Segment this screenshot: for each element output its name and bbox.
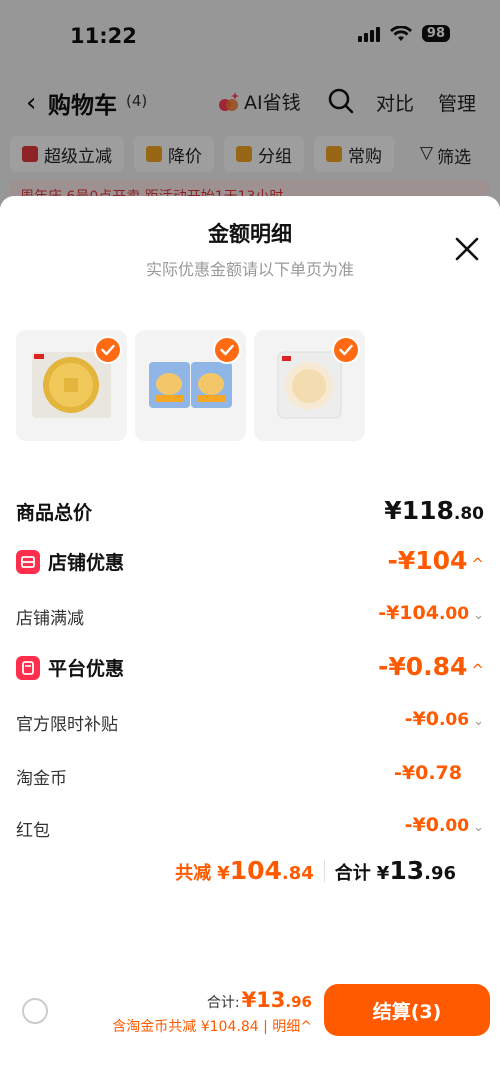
sheet-subtitle: 实际优惠金额请以下单页为准 <box>145 260 354 279</box>
red-packet-value-wrap: -¥0.00 ⌄ <box>405 814 484 836</box>
divider <box>323 859 325 882</box>
grand-total-value: ¥13.96 <box>376 856 456 885</box>
checked-icon[interactable] <box>213 336 241 364</box>
taojinbi-value-wrap: -¥0.78 <box>394 762 462 784</box>
checkout-bar: 合计: ¥13.96 含淘金币共减 ¥104.84 | 明细^ 结算(3) <box>0 980 500 1050</box>
goods-total-value: ¥118.80 <box>384 496 484 525</box>
store-discount-label-wrap: 店铺优惠 <box>16 548 124 575</box>
amount-detail-sheet: 金额明细 实际优惠金额请以下单页为准 商品总价 ¥118.80 店铺优惠 -¥1… <box>0 196 500 1086</box>
select-all-radio[interactable] <box>22 998 48 1024</box>
checkout-button[interactable]: 结算(3) <box>324 984 490 1036</box>
store-full-reduce-value-wrap: -¥104.00 ⌄ <box>378 602 484 624</box>
official-subsidy-label: 官方限时补贴 <box>16 715 118 735</box>
checked-icon[interactable] <box>332 336 360 364</box>
taojinbi-row: 淘金币 -¥0.78 <box>16 762 484 792</box>
platform-discount-label-wrap: 平台优惠 <box>16 654 124 681</box>
chevron-down-icon: ⌄ <box>473 714 484 729</box>
platform-discount-value-wrap: -¥0.84 ^ <box>378 652 484 681</box>
chevron-up-icon: ^ <box>471 661 484 679</box>
official-subsidy-row: 官方限时补贴 -¥0.06 ⌄ <box>16 708 484 738</box>
platform-discount-row[interactable]: 平台优惠 -¥0.84 ^ <box>16 652 484 682</box>
product-thumbnail[interactable] <box>16 330 127 441</box>
red-packet-label: 红包 <box>16 821 50 841</box>
total-reduce-label: 共减 <box>175 863 212 884</box>
store-discount-row[interactable]: 店铺优惠 -¥104 ^ <box>16 546 484 576</box>
grand-total-label: 合计 <box>334 863 371 884</box>
red-packet-value: -¥0.00 <box>404 814 470 836</box>
product-thumbnail[interactable] <box>254 330 365 441</box>
platform-icon <box>16 655 40 680</box>
bottom-total-value: ¥13.96 <box>241 988 312 1012</box>
store-discount-value-wrap: -¥104 ^ <box>387 546 484 575</box>
bottom-total-label: 合计: <box>206 995 240 1011</box>
close-icon[interactable] <box>452 234 482 264</box>
product-thumbnail[interactable] <box>135 330 246 441</box>
red-packet-row: 红包 -¥0.00 ⌄ <box>16 814 484 844</box>
store-full-reduce-label: 店铺满减 <box>16 609 84 629</box>
goods-total-label: 商品总价 <box>16 502 93 524</box>
platform-discount-value: -¥0.84 <box>377 652 468 681</box>
chevron-down-icon: ⌄ <box>473 820 484 835</box>
store-discount-label: 店铺优惠 <box>48 552 125 574</box>
bottom-total: 合计: ¥13.96 <box>207 988 312 1012</box>
chevron-down-icon: ⌄ <box>473 608 484 623</box>
chevron-up-icon: ^ <box>471 555 484 573</box>
store-full-reduce-value: -¥104.00 <box>378 602 470 624</box>
official-subsidy-value: -¥0.06 <box>404 708 470 730</box>
checked-icon[interactable] <box>94 336 122 364</box>
saved-detail-link[interactable]: 含淘金币共减 ¥104.84 | 明细^ <box>112 1016 312 1036</box>
store-icon <box>16 549 40 574</box>
total-reduce-value: ¥104.84 <box>217 856 314 885</box>
sheet-title: 金额明细 <box>208 222 292 246</box>
goods-total-row: 商品总价 ¥118.80 <box>16 496 484 526</box>
official-subsidy-value-wrap: -¥0.06 ⌄ <box>405 708 484 730</box>
product-thumbnails <box>16 330 365 441</box>
summary-line: 共减 ¥104.84 合计 ¥13.96 <box>175 856 456 885</box>
store-discount-value: -¥104 <box>387 546 468 575</box>
store-full-reduce-row: 店铺满减 -¥104.00 ⌄ <box>16 602 484 632</box>
taojinbi-label: 淘金币 <box>16 769 67 789</box>
platform-discount-label: 平台优惠 <box>48 658 125 680</box>
taojinbi-value: -¥0.78 <box>394 762 462 784</box>
